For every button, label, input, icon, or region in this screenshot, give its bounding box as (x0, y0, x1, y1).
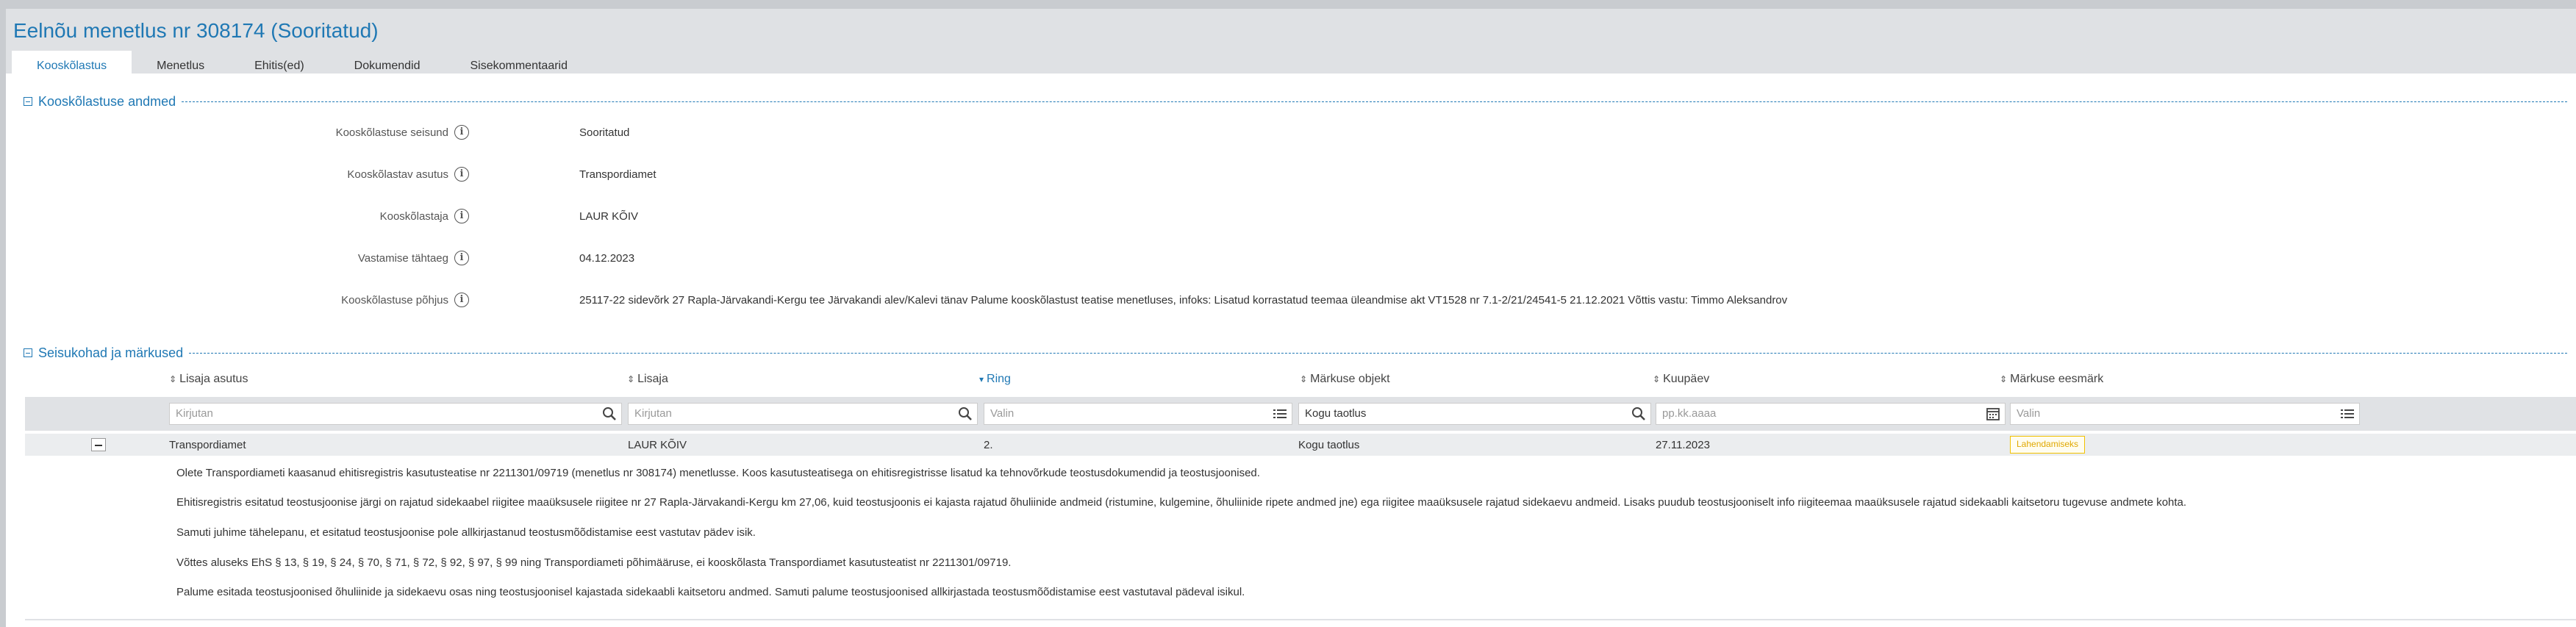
field-value: Sooritatud (579, 126, 630, 139)
column-header-kuupaev[interactable]: ⇕ Kuupäev (1653, 373, 1709, 386)
chevron-down-icon: ▾ (979, 374, 984, 384)
cell-ring: 2. (984, 439, 993, 451)
row-collapse-button[interactable] (91, 438, 106, 451)
field-label: Vastamise tähtaeg i (358, 251, 469, 265)
column-header-markuse-eesmark[interactable]: ⇕ Märkuse eesmärk (2000, 373, 2103, 386)
field-value: LAUR KÕIV (579, 210, 639, 223)
sort-icon: ⇕ (1300, 374, 1308, 384)
field-label: Kooskõlastuse seisund i (336, 125, 469, 140)
section-kooskolastuse-andmed: Kooskõlastuse andmed (24, 93, 2567, 110)
filter-value: Kogu taotlus (1305, 407, 1367, 420)
column-label: Märkuse objekt (1310, 373, 1390, 385)
cell-lisaja-asutus: Transpordiamet (169, 439, 246, 451)
filter-placeholder: Valin (990, 407, 1015, 420)
filter-placeholder: pp.kk.aaaa (1662, 407, 1717, 420)
field-seisund: Kooskõlastuse seisund i Sooritatud (6, 122, 2505, 143)
column-label: Lisaja (637, 373, 668, 385)
sort-icon: ⇕ (2000, 374, 2008, 384)
detail-paragraph: Samuti juhime tähelepanu, et esitatud te… (176, 526, 756, 539)
filter-lisaja[interactable]: Kirjutan (628, 403, 978, 425)
search-icon[interactable] (958, 406, 973, 421)
cell-markuse-objekt: Kogu taotlus (1298, 439, 1360, 451)
info-icon[interactable]: i (454, 125, 469, 140)
cell-lisaja: LAUR KÕIV (628, 439, 687, 451)
field-label: Kooskõlastaja i (380, 209, 469, 223)
field-tahtaeg: Vastamise tähtaeg i 04.12.2023 (6, 248, 2505, 268)
column-label: Kuupäev (1663, 373, 1710, 385)
info-icon[interactable]: i (454, 251, 469, 265)
field-label: Kooskõlastuse põhjus i (341, 293, 469, 307)
field-label-text: Kooskõlastuse põhjus (341, 293, 448, 307)
detail-paragraph: Ehitisregistris esitatud teostusjoonise … (176, 496, 2187, 509)
field-kooskolastaja: Kooskõlastaja i LAUR KÕIV (6, 206, 2505, 226)
info-icon[interactable]: i (454, 293, 469, 307)
page-title: Eelnõu menetlus nr 308174 (Sooritatud) (13, 19, 379, 42)
column-label: Märkuse eesmärk (2010, 373, 2104, 385)
sort-icon: ⇕ (1653, 374, 1661, 384)
field-label-text: Kooskõlastav asutus (347, 168, 448, 181)
field-label: Kooskõlastav asutus i (347, 167, 469, 182)
section-divider (182, 101, 2567, 102)
detail-paragraph: Võttes aluseks EhS § 13, § 19, § 24, § 7… (176, 556, 1012, 569)
column-header-lisaja-asutus[interactable]: ⇕ Lisaja asutus (169, 373, 248, 386)
filter-bar: Kirjutan Kirjutan Valin Kogu taotlus pp.… (25, 397, 2576, 431)
row-divider (25, 619, 2576, 620)
column-header-markuse-objekt[interactable]: ⇕ Märkuse objekt (1300, 373, 1390, 386)
field-label-text: Vastamise tähtaeg (357, 251, 448, 265)
detail-paragraph: Olete Transpordiameti kaasanud ehitisreg… (176, 467, 1260, 479)
section-collapse-button[interactable] (24, 97, 32, 106)
sort-icon: ⇕ (627, 374, 635, 384)
section-divider (189, 352, 2567, 354)
detail-paragraph: Palume esitada teostusjoonised õhuliinid… (176, 586, 1245, 598)
field-label-text: Kooskõlastuse seisund (335, 126, 448, 139)
info-icon[interactable]: i (454, 167, 469, 182)
search-icon[interactable] (1631, 406, 1646, 421)
status-badge: Lahendamiseks (2010, 436, 2086, 454)
field-value: 04.12.2023 (579, 252, 635, 265)
filter-markuse-objekt[interactable]: Kogu taotlus (1298, 403, 1651, 425)
section-title: Kooskõlastuse andmed (38, 93, 176, 109)
field-pohjus: Kooskõlastuse põhjus i 25117-22 sidevõrk… (6, 290, 2505, 310)
sort-icon: ⇕ (169, 374, 177, 384)
filter-markuse-eesmark[interactable]: Valin (2010, 403, 2360, 425)
section-title: Seisukohad ja märkused (38, 345, 184, 360)
top-bar (0, 0, 2576, 9)
filter-kuupaev[interactable]: pp.kk.aaaa (1656, 403, 2006, 425)
section-collapse-button[interactable] (24, 348, 32, 357)
column-header-ring[interactable]: ▾ Ring (979, 373, 1011, 386)
table-row[interactable]: Transpordiamet LAUR KÕIV 2. Kogu taotlus… (25, 434, 2576, 456)
filter-placeholder: Valin (2017, 407, 2041, 420)
list-icon[interactable] (2340, 406, 2355, 421)
filter-lisaja-asutus[interactable]: Kirjutan (169, 403, 622, 425)
field-asutus: Kooskõlastav asutus i Transpordiamet (6, 164, 2505, 184)
column-header-lisaja[interactable]: ⇕ Lisaja (627, 373, 668, 386)
field-value: Transpordiamet (579, 168, 656, 181)
section-seisukohad: Seisukohad ja märkused (24, 344, 2567, 362)
column-label: Ring (987, 373, 1011, 385)
page-header: Eelnõu menetlus nr 308174 (Sooritatud) K… (6, 9, 2576, 82)
filter-ring[interactable]: Valin (984, 403, 1292, 425)
cell-kuupaev: 27.11.2023 (1656, 439, 1710, 451)
calendar-icon[interactable] (1986, 406, 2000, 421)
filter-placeholder: Kirjutan (176, 407, 213, 420)
column-label: Lisaja asutus (179, 373, 248, 385)
search-icon[interactable] (602, 406, 617, 421)
field-value: 25117-22 sidevõrk 27 Rapla-Järvakandi-Ke… (579, 294, 1788, 307)
info-icon[interactable]: i (454, 209, 469, 223)
main-content: Kooskõlastuse andmed Kooskõlastuse seisu… (6, 74, 2576, 627)
filter-placeholder: Kirjutan (634, 407, 672, 420)
list-icon[interactable] (1273, 406, 1287, 421)
left-strip (0, 0, 6, 627)
field-label-text: Kooskõlastaja (379, 209, 448, 223)
